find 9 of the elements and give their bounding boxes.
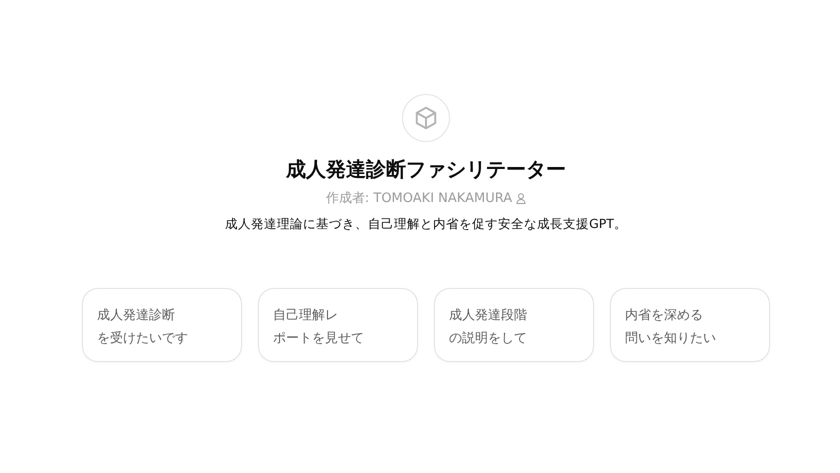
author-label: 作成者: TOMOAKI NAKAMURA <box>326 190 512 207</box>
cube-icon <box>413 105 439 131</box>
suggestion-card[interactable]: 成人発達診断 を受けたいです <box>82 288 242 362</box>
suggestion-card[interactable]: 自己理解レ ポートを見せて <box>258 288 418 362</box>
person-icon <box>516 192 526 204</box>
suggestion-card[interactable]: 内省を深める 問いを知りたい <box>610 288 770 362</box>
suggestion-card[interactable]: 成人発達段階 の説明をして <box>434 288 594 362</box>
gpt-description: 成人発達理論に基づき、自己理解と内省を促す安全な成長支援GPT。 <box>225 216 627 233</box>
gpt-title: 成人発達診断ファシリテーター <box>286 156 566 182</box>
